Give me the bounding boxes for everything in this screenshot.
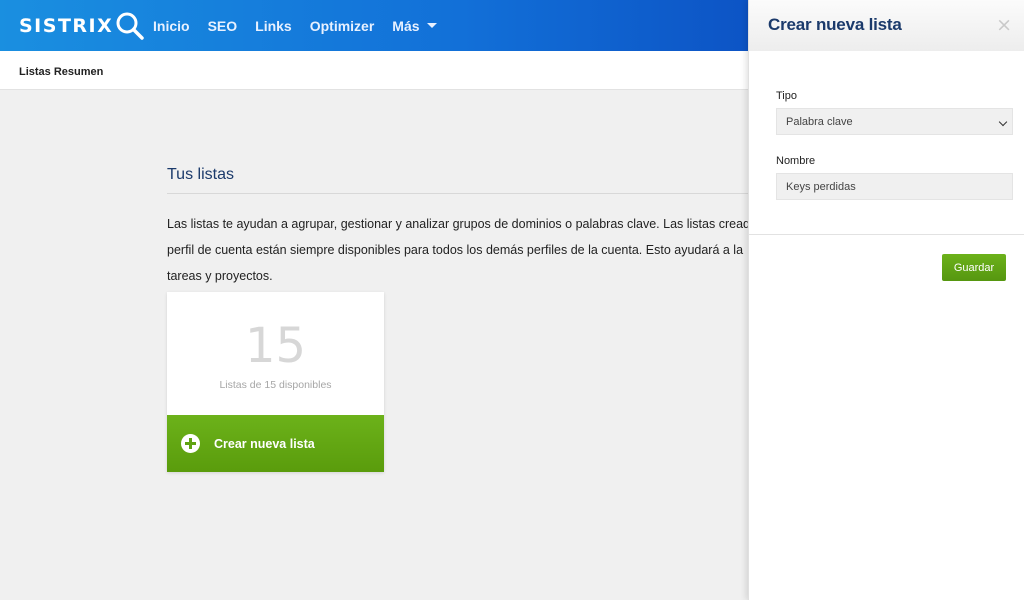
nav-item-inicio[interactable]: Inicio <box>153 18 190 34</box>
nav-label: Más <box>392 17 420 34</box>
chevron-down-icon <box>998 117 1008 127</box>
nav-label: Inicio <box>153 17 190 34</box>
create-list-panel: Crear nueva lista × Tipo Palabra clave N… <box>748 0 1024 600</box>
nav-label: Links <box>255 17 292 34</box>
lists-available-text: Listas de 15 disponibles <box>219 379 332 391</box>
main-nav: Inicio SEO Links Optimizer Más <box>153 0 455 51</box>
breadcrumb[interactable]: Listas Resumen <box>19 66 103 78</box>
panel-title: Crear nueva lista <box>768 15 902 34</box>
create-list-button[interactable]: Crear nueva lista <box>167 415 384 472</box>
magnifier-icon <box>116 12 144 40</box>
nav-item-optimizer[interactable]: Optimizer <box>310 18 375 34</box>
create-list-label: Crear nueva lista <box>214 436 315 451</box>
page-title: Tus listas <box>167 166 234 183</box>
sistrix-logo[interactable]: SISTRIX <box>19 11 145 41</box>
nombre-value: Keys perdidas <box>786 180 856 193</box>
intro-line: Las listas te ayudan a agrupar, gestiona… <box>167 217 764 231</box>
intro-line: perfil de cuenta están siempre disponibl… <box>167 243 744 257</box>
tipo-label: Tipo <box>776 90 797 102</box>
logo-text: SISTRIX <box>19 15 114 37</box>
tipo-value: Palabra clave <box>786 115 853 128</box>
save-button[interactable]: Guardar <box>942 254 1006 281</box>
nombre-input[interactable]: Keys perdidas <box>776 173 1013 200</box>
intro-line: tareas y proyectos. <box>167 269 273 283</box>
title-divider <box>167 193 767 194</box>
nav-item-links[interactable]: Links <box>255 18 292 34</box>
nav-item-mas[interactable]: Más <box>392 17 437 34</box>
close-icon[interactable]: × <box>996 14 1012 36</box>
tipo-select[interactable]: Palabra clave <box>776 108 1013 135</box>
plus-circle-icon <box>181 434 200 453</box>
intro-text: Las listas te ayudan a agrupar, gestiona… <box>167 211 767 289</box>
lists-count: 15 <box>244 318 307 374</box>
panel-divider <box>749 234 1024 235</box>
nav-label: Optimizer <box>309 17 375 34</box>
nav-label: SEO <box>207 17 238 34</box>
panel-header: Crear nueva lista × <box>749 0 1024 51</box>
nombre-label: Nombre <box>776 155 816 167</box>
caret-down-icon <box>426 23 437 28</box>
nav-item-seo[interactable]: SEO <box>208 18 238 34</box>
